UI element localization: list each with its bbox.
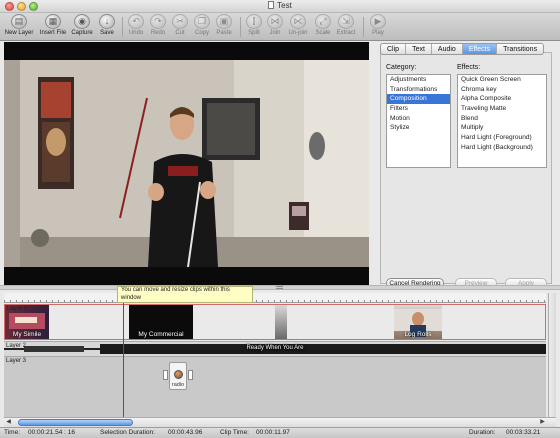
effect-item[interactable]: Hard Light (Background) xyxy=(458,143,546,153)
effects-pane: Category: Effects: Adjustments Transform… xyxy=(380,52,552,289)
paste-icon: ▣ xyxy=(216,14,232,29)
effects-label: Effects: xyxy=(457,64,481,71)
status-bar: Time: 00:00:21.54 : 16 Selection Duratio… xyxy=(0,427,560,438)
play-button[interactable]: ▶ Play xyxy=(361,14,395,36)
pane-splitter[interactable] xyxy=(0,285,560,290)
audio-clip[interactable]: radio xyxy=(163,362,193,390)
transition-marker[interactable] xyxy=(275,305,287,339)
category-item[interactable]: Motion xyxy=(387,114,450,124)
category-item[interactable]: Stylize xyxy=(387,123,450,133)
timeline-vertical-scrollbar[interactable] xyxy=(548,293,556,417)
title-bar: Test xyxy=(0,0,560,13)
category-item[interactable]: Transformations xyxy=(387,85,450,95)
tab-audio[interactable]: Audio xyxy=(432,44,463,54)
scrollbar-thumb[interactable] xyxy=(18,419,133,426)
time-label: Time: xyxy=(4,429,21,436)
splitter-grip-icon xyxy=(276,286,283,289)
document-icon xyxy=(268,1,275,9)
play-icon: ▶ xyxy=(370,14,386,29)
extract-icon: ⇲ xyxy=(338,14,354,29)
inspector-panel: Category: Effects: Adjustments Transform… xyxy=(376,42,556,289)
selection-duration-label: Selection Duration: xyxy=(100,429,155,436)
timeline-clip[interactable]: My Commercial xyxy=(129,305,193,339)
category-item-selected[interactable]: Composition xyxy=(387,94,450,105)
tab-effects[interactable]: Effects xyxy=(462,44,498,54)
app-window: Test ▤ New Layer ▦ Insert File ◉ Capture ↓ S… xyxy=(0,0,560,438)
audio-waveform[interactable]: Ready When You Are xyxy=(4,342,546,356)
timeline-ruler[interactable] xyxy=(4,293,546,303)
effect-item[interactable]: Blend xyxy=(458,114,546,124)
paste-button[interactable]: ▣ Paste xyxy=(207,14,241,36)
effects-list[interactable]: Quick Green Screen Chroma key Alpha Comp… xyxy=(457,74,547,168)
tab-clip[interactable]: Clip xyxy=(381,44,407,54)
save-icon: ↓ xyxy=(99,14,115,29)
layer-label: Layer 3 xyxy=(6,358,27,364)
effect-item[interactable]: Traveling Matte xyxy=(458,104,546,114)
scroll-right-icon[interactable]: ▶ xyxy=(538,418,547,427)
timeline-clip[interactable]: Log Rolls xyxy=(394,305,442,339)
duration-value: 00:03:33.21 xyxy=(506,429,541,436)
window-title: Test xyxy=(277,1,292,10)
category-label: Category: xyxy=(386,64,417,71)
layer-label: Layer 1 xyxy=(7,306,28,312)
category-item[interactable]: Filters xyxy=(387,104,450,114)
tab-transitions[interactable]: Transitions xyxy=(497,44,543,54)
effect-item[interactable]: Chroma key xyxy=(458,85,546,95)
scroll-left-icon[interactable]: ◀ xyxy=(4,418,13,427)
new-layer-button[interactable]: ▤ New Layer xyxy=(2,14,36,36)
speaker-icon xyxy=(174,370,183,379)
timeline-layer-3[interactable]: Layer 3 radio xyxy=(4,357,546,417)
selection-duration-value: 00:00:43.96 xyxy=(168,429,203,436)
category-item[interactable]: Adjustments xyxy=(387,75,450,85)
clip-resize-handle[interactable] xyxy=(188,370,193,380)
timeline-layer-1[interactable]: Layer 1 My Simile My Commercial Log Roll… xyxy=(4,304,546,340)
audio-clip-label: radio xyxy=(171,382,185,388)
insert-file-icon: ▦ xyxy=(45,14,61,29)
effect-item[interactable]: Quick Green Screen xyxy=(458,75,546,85)
inspector-tabs: Clip Text Audio Effects Transitions xyxy=(380,43,545,55)
category-list[interactable]: Adjustments Transformations Composition … xyxy=(386,74,451,168)
duration-label: Duration: xyxy=(469,429,496,436)
effect-item[interactable]: Hard Light (Foreground) xyxy=(458,133,546,143)
unjoin-icon: ⋉ xyxy=(290,14,306,29)
clip-resize-handle[interactable] xyxy=(163,370,168,380)
tab-text[interactable]: Text xyxy=(406,44,432,54)
effect-item[interactable]: Alpha Composite xyxy=(458,94,546,104)
camera-icon: ◉ xyxy=(74,14,90,29)
layer-label: Layer 2 xyxy=(6,343,27,349)
clip-time-label: Clip Time: xyxy=(220,429,249,436)
toolbar: ▤ New Layer ▦ Insert File ◉ Capture ↓ Save ↶… xyxy=(0,13,560,41)
extract-button[interactable]: ⇲ Extract xyxy=(329,14,363,36)
playhead[interactable] xyxy=(123,293,124,417)
timeline-horizontal-scrollbar[interactable]: ◀ ▶ xyxy=(4,417,556,427)
video-frame-image xyxy=(4,42,369,285)
new-layer-icon: ▤ xyxy=(11,14,27,29)
tooltip: You can move and resize clips within thi… xyxy=(117,286,253,303)
timeline-layer-2[interactable]: Layer 2 Ready When You Are xyxy=(4,341,546,357)
time-value: 00:00:21.54 : 16 xyxy=(28,429,75,436)
effect-item[interactable]: Multiply xyxy=(458,123,546,133)
clip-time-value: 00:00:11.97 xyxy=(256,429,290,436)
video-preview[interactable] xyxy=(4,42,369,285)
